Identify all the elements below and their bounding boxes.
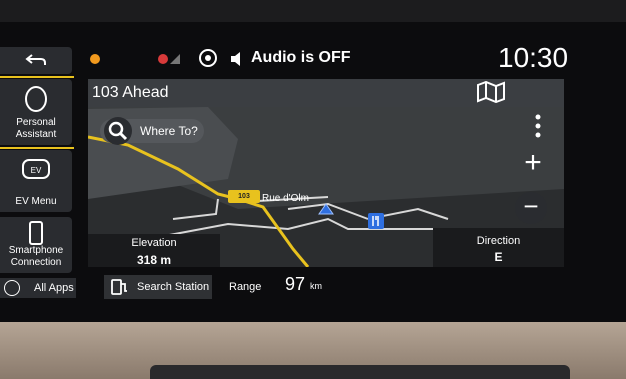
bottom-bar: All Apps Search Station Range 97 km bbox=[0, 272, 626, 302]
more-options-icon[interactable] bbox=[532, 113, 544, 139]
elevation-panel: Elevation 318 m bbox=[88, 234, 220, 267]
bezel-top bbox=[0, 0, 626, 22]
charging-station-icon bbox=[111, 279, 127, 295]
next-road-bar: 103 Ahead bbox=[88, 79, 564, 107]
back-arrow-icon bbox=[25, 54, 46, 65]
restaurant-poi-icon[interactable] bbox=[368, 213, 384, 229]
elevation-label: Elevation bbox=[131, 237, 177, 249]
direction-panel: Direction E bbox=[433, 228, 564, 267]
podcast-icon bbox=[199, 49, 217, 67]
apps-grid-icon bbox=[4, 280, 20, 296]
direction-value: E bbox=[494, 250, 503, 264]
search-station-button[interactable]: Search Station bbox=[104, 275, 212, 299]
search-station-label: Search Station bbox=[137, 281, 210, 293]
elevation-value: 318 m bbox=[136, 253, 172, 267]
menu-separator bbox=[0, 76, 74, 78]
road-shield: 103 bbox=[228, 190, 260, 203]
map-view-icon[interactable] bbox=[476, 81, 506, 103]
speaker-icon bbox=[231, 52, 240, 66]
phone-icon bbox=[29, 221, 43, 245]
zoom-in-button[interactable]: + bbox=[518, 148, 548, 179]
where-to-button[interactable]: Where To? bbox=[100, 117, 204, 145]
all-apps-label: All Apps bbox=[34, 282, 74, 294]
range-value: 97 bbox=[285, 274, 306, 294]
zoom-out-button[interactable]: − bbox=[515, 192, 547, 224]
clock: 10:30 bbox=[498, 42, 569, 73]
sidebar-item-label: EV Menu bbox=[15, 196, 57, 207]
back-button[interactable] bbox=[0, 47, 72, 74]
audio-status: Audio is OFF bbox=[251, 49, 351, 66]
navigation-map[interactable]: 103 Ahead Where To? 103 Rue d'Olm + − El… bbox=[88, 79, 564, 267]
street-label: Rue d'Olm bbox=[262, 193, 309, 204]
ev-icon: EV bbox=[22, 159, 50, 179]
menu-separator bbox=[0, 147, 74, 149]
next-road-label: 103 Ahead bbox=[92, 84, 169, 101]
direction-label: Direction bbox=[476, 235, 521, 247]
range-unit: km bbox=[310, 281, 322, 291]
assistant-icon bbox=[25, 86, 47, 112]
status-bar: Audio is OFF 10:30 bbox=[80, 42, 570, 73]
search-icon bbox=[104, 117, 132, 145]
dashboard-controls bbox=[150, 365, 570, 379]
vehicle-position-icon bbox=[318, 203, 334, 215]
sidebar-item-label: Personal Assistant bbox=[15, 117, 57, 140]
all-apps-button[interactable]: All Apps bbox=[0, 278, 76, 298]
range-label: Range bbox=[229, 281, 262, 293]
svg-text:EV: EV bbox=[31, 166, 42, 175]
sidebar-item-ev-menu[interactable]: EV EV Menu bbox=[0, 150, 72, 212]
no-signal-icon bbox=[158, 54, 180, 64]
sidebar-item-personal-assistant[interactable]: Personal Assistant bbox=[0, 79, 72, 145]
warning-icon bbox=[90, 54, 100, 64]
sidebar-item-label: Smartphone Connection bbox=[8, 245, 64, 268]
where-to-label: Where To? bbox=[140, 124, 198, 138]
sidebar-item-smartphone-connection[interactable]: Smartphone Connection bbox=[0, 217, 72, 273]
